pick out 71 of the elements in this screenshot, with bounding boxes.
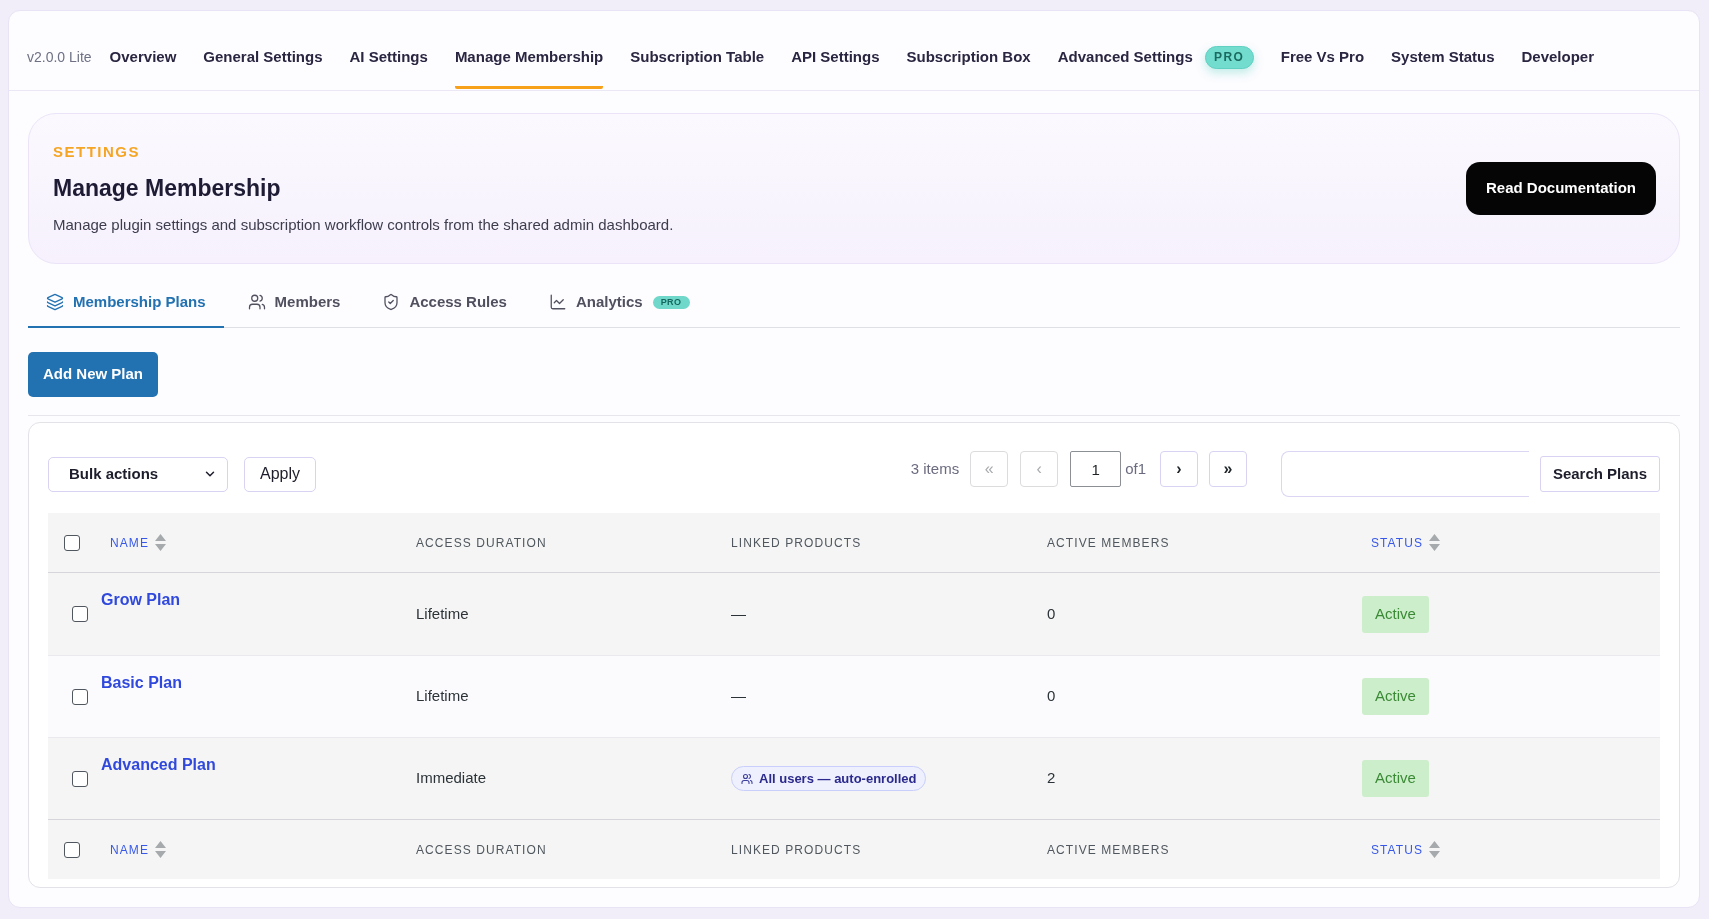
sortable-column-header[interactable]: NAME [110, 840, 166, 859]
checkbox[interactable] [72, 606, 88, 622]
checkbox[interactable] [72, 688, 88, 705]
column-header: LINKED PRODUCTS [731, 534, 862, 552]
table-cell-text: 0 [1047, 686, 1056, 707]
page-description: Manage plugin settings and subscription workflow controls from the shared admin dashboard. [53, 214, 674, 235]
pro-badge: PRO [652, 295, 690, 309]
nav-tab[interactable]: General Settings [203, 47, 323, 89]
checkbox[interactable] [64, 534, 80, 551]
layers-icon [46, 293, 64, 311]
page-total: of1 [1125, 458, 1146, 479]
shield-check-icon [382, 293, 401, 311]
sort-arrows-icon [155, 841, 166, 858]
column-header: ACCESS DURATION [416, 841, 547, 859]
pagination-button[interactable]: › [1160, 451, 1198, 487]
bulk-actions-select[interactable]: Bulk actions [48, 456, 228, 492]
section-tab[interactable]: Access Rules [364, 276, 525, 328]
nav-tab[interactable]: API Settings [791, 47, 880, 89]
status-badge: Active [1362, 760, 1429, 797]
section-tab[interactable]: Members [229, 276, 359, 328]
users-icon [741, 772, 753, 785]
nav-tab[interactable]: Developer [1521, 47, 1595, 89]
plan-name-link[interactable]: Basic Plan [101, 674, 182, 691]
section-tab[interactable]: Analytics PRO [530, 276, 708, 328]
sort-arrows-icon [1429, 841, 1441, 858]
plan-name-link[interactable]: Grow Plan [101, 591, 181, 608]
table-cell-text: Immediate [416, 768, 487, 789]
nav-tab[interactable]: System Status [1391, 47, 1495, 89]
line-chart-icon [548, 293, 567, 311]
section-eyebrow: SETTINGS [53, 141, 141, 162]
page-title: Manage Membership [53, 173, 282, 203]
table-cell-text: — [731, 603, 746, 624]
sortable-column-header[interactable]: STATUS [1371, 533, 1441, 552]
users-icon [247, 293, 266, 311]
nav-tab[interactable]: Free Vs Pro [1280, 47, 1365, 89]
nav-tab[interactable]: AI Settings [349, 47, 428, 89]
column-header: ACTIVE MEMBERS [1047, 841, 1170, 859]
sortable-column-header[interactable]: NAME [110, 533, 166, 552]
nav-tab[interactable]: Subscription Table [630, 47, 765, 89]
version-label: v2.0.0 Lite [27, 48, 92, 67]
pagination-button[interactable]: » [1209, 451, 1247, 487]
column-header: ACTIVE MEMBERS [1047, 534, 1170, 552]
read-documentation-button[interactable]: Read Documentation [1466, 162, 1656, 215]
sort-arrows-icon [155, 534, 166, 551]
page-number-field[interactable]: 1 [1070, 451, 1122, 487]
item-count: 3 items [910, 458, 960, 479]
table-cell-text: — [731, 686, 746, 707]
sort-arrows-icon [1429, 534, 1441, 551]
status-badge: Active [1362, 678, 1429, 715]
nav-tab[interactable]: Subscription Box [906, 47, 1031, 89]
table-cell-text: Lifetime [416, 603, 469, 624]
sortable-column-header[interactable]: STATUS [1371, 840, 1441, 859]
nav-tab[interactable]: Overview [109, 47, 177, 89]
add-new-plan-button[interactable]: Add New Plan [28, 352, 158, 397]
enrollment-text: All users — auto-enrolled [759, 769, 917, 788]
table-cell-text: Lifetime [416, 686, 469, 707]
plan-name-link[interactable]: Advanced Plan [101, 756, 216, 773]
table-cell-text: 2 [1047, 768, 1056, 789]
search-field[interactable] [1281, 451, 1529, 497]
column-header: LINKED PRODUCTS [731, 841, 862, 859]
status-badge: Active [1362, 595, 1429, 633]
section-tab[interactable]: Membership Plans [28, 276, 224, 328]
search-plans-button[interactable]: Search Plans [1540, 456, 1660, 492]
nav-tab[interactable]: Advanced Settings PRO [1057, 47, 1254, 89]
table-cell-text: 0 [1047, 603, 1056, 624]
pro-badge: PRO [1204, 45, 1254, 69]
apply-button[interactable]: Apply [244, 456, 316, 492]
checkbox[interactable] [72, 770, 88, 787]
nav-tab[interactable]: Manage Membership [454, 47, 604, 89]
checkbox[interactable] [64, 841, 80, 858]
column-header: ACCESS DURATION [416, 534, 547, 552]
